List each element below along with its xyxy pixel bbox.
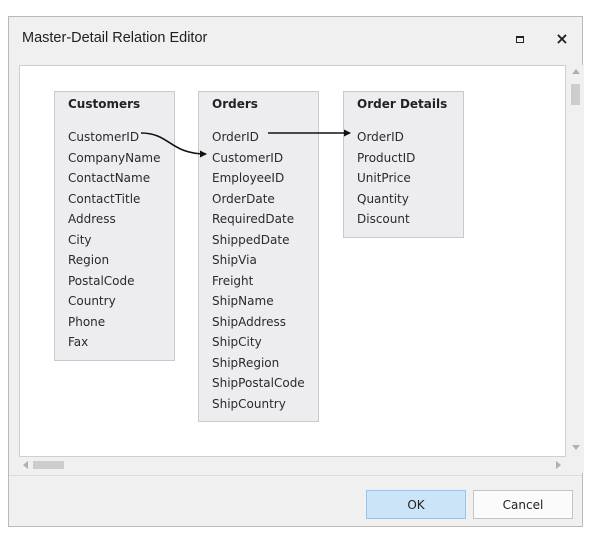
- field-item[interactable]: CustomerID: [212, 148, 305, 169]
- field-item[interactable]: OrderID: [212, 127, 305, 148]
- window-title: Master-Detail Relation Editor: [22, 30, 208, 46]
- scroll-right-icon[interactable]: [556, 461, 561, 469]
- field-item[interactable]: ContactName: [68, 168, 161, 189]
- title-bar: Master-Detail Relation Editor ×: [9, 17, 582, 61]
- horizontal-scroll-thumb[interactable]: [33, 461, 64, 469]
- cancel-button[interactable]: Cancel: [473, 490, 573, 519]
- field-item[interactable]: Freight: [212, 271, 305, 292]
- field-list: OrderID ProductID UnitPrice Quantity Dis…: [357, 127, 415, 230]
- table-customers[interactable]: Customers CustomerID CompanyName Contact…: [54, 91, 175, 361]
- field-item[interactable]: ShipAddress: [212, 312, 305, 333]
- field-item[interactable]: Discount: [357, 209, 415, 230]
- maximize-icon: [516, 35, 524, 43]
- field-item[interactable]: OrderDate: [212, 189, 305, 210]
- field-item[interactable]: ShipPostalCode: [212, 373, 305, 394]
- vertical-scroll-thumb[interactable]: [571, 84, 580, 105]
- table-name: Order Details: [357, 97, 448, 111]
- field-list: CustomerID CompanyName ContactName Conta…: [68, 127, 161, 353]
- field-item[interactable]: CompanyName: [68, 148, 161, 169]
- field-item[interactable]: UnitPrice: [357, 168, 415, 189]
- table-name: Orders: [212, 97, 258, 111]
- scroll-up-icon[interactable]: [572, 69, 580, 74]
- field-item[interactable]: ShippedDate: [212, 230, 305, 251]
- field-item[interactable]: Country: [68, 291, 161, 312]
- field-item[interactable]: OrderID: [357, 127, 415, 148]
- scroll-down-icon[interactable]: [572, 445, 580, 450]
- maximize-button[interactable]: [504, 26, 536, 52]
- scroll-left-icon[interactable]: [23, 461, 28, 469]
- field-item[interactable]: RequiredDate: [212, 209, 305, 230]
- field-item[interactable]: ShipName: [212, 291, 305, 312]
- field-item[interactable]: Phone: [68, 312, 161, 333]
- field-item[interactable]: Quantity: [357, 189, 415, 210]
- field-item[interactable]: ShipRegion: [212, 353, 305, 374]
- relation-diagram-canvas[interactable]: Customers CustomerID CompanyName Contact…: [19, 65, 566, 457]
- field-item[interactable]: City: [68, 230, 161, 251]
- table-order-details[interactable]: Order Details OrderID ProductID UnitPric…: [343, 91, 464, 238]
- field-item[interactable]: ShipCity: [212, 332, 305, 353]
- footer-divider: [9, 475, 582, 476]
- field-item[interactable]: Region: [68, 250, 161, 271]
- field-item[interactable]: PostalCode: [68, 271, 161, 292]
- field-item[interactable]: ShipCountry: [212, 394, 305, 415]
- field-item[interactable]: Fax: [68, 332, 161, 353]
- field-item[interactable]: ShipVia: [212, 250, 305, 271]
- field-item[interactable]: CustomerID: [68, 127, 161, 148]
- field-item[interactable]: EmployeeID: [212, 168, 305, 189]
- close-icon: ×: [555, 29, 569, 48]
- field-item[interactable]: Address: [68, 209, 161, 230]
- relation-editor-dialog: Master-Detail Relation Editor × Customer…: [8, 16, 584, 527]
- horizontal-scrollbar[interactable]: [19, 457, 566, 473]
- field-list: OrderID CustomerID EmployeeID OrderDate …: [212, 127, 305, 414]
- field-item[interactable]: ContactTitle: [68, 189, 161, 210]
- vertical-scrollbar[interactable]: [568, 65, 584, 457]
- ok-button[interactable]: OK: [366, 490, 466, 519]
- scrollbar-corner: [566, 457, 584, 473]
- table-orders[interactable]: Orders OrderID CustomerID EmployeeID Ord…: [198, 91, 319, 422]
- table-name: Customers: [68, 97, 141, 111]
- field-item[interactable]: ProductID: [357, 148, 415, 169]
- close-button[interactable]: ×: [546, 26, 578, 52]
